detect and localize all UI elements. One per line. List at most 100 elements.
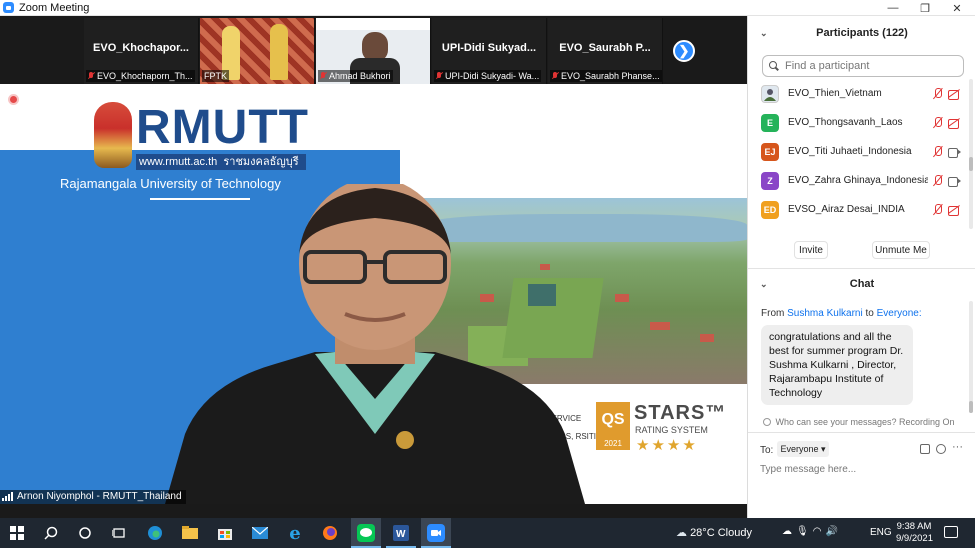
chat-message-input[interactable]: Type message here... (760, 464, 856, 475)
file-explorer-icon[interactable] (180, 523, 200, 543)
weather-widget[interactable]: ☁ 28°C Cloudy (676, 526, 752, 539)
zoom-app-icon (3, 2, 14, 13)
mic-muted-icon (88, 72, 94, 80)
cloud-sync-icon[interactable]: ☁ (782, 526, 796, 537)
participant-search-input[interactable]: Find a participant (762, 55, 964, 77)
thumbnail-label: Ahmad Bukhori (318, 70, 393, 82)
unmute-me-button[interactable]: Unmute Me (872, 241, 930, 259)
minimize-button[interactable]: — (877, 0, 909, 16)
video-thumbnail[interactable]: Ahmad Bukhori (316, 18, 431, 84)
clock[interactable]: 9:38 AM 9/9/2021 (896, 521, 933, 545)
sender-link[interactable]: Sushma Kulkarni (787, 308, 863, 319)
store-icon[interactable] (215, 523, 235, 543)
mail-icon[interactable] (250, 523, 270, 543)
rmutt-crest-icon (94, 102, 132, 168)
thumbnail-name: EVO_Saurabh P... (559, 42, 651, 54)
participant-name: EVO_Thien_Vietnam (788, 88, 882, 99)
word-icon[interactable]: W (391, 523, 411, 543)
participant-row[interactable]: EJ EVO_Titi Juhaeti_Indonesia (748, 137, 966, 166)
clock-time: 9:38 AM (896, 521, 932, 532)
campus-building (650, 322, 670, 330)
who-can-see-link[interactable]: Who can see your messages? Recording On (748, 417, 970, 427)
recipient-link[interactable]: Everyone: (877, 308, 922, 319)
microphone-icon[interactable]: 🎙 (796, 526, 813, 537)
mic-muted-icon[interactable] (932, 174, 944, 187)
video-thumbnail[interactable]: EVO_Khochapor... EVO_Khochaporn_Th... (84, 18, 199, 84)
maximize-button[interactable]: ❐ (909, 0, 941, 16)
mic-muted-icon[interactable] (932, 116, 944, 129)
participant-row[interactable]: E EVO_Thongsavanh_Laos (748, 108, 966, 137)
qs-star-rating: ★★★★ (636, 437, 698, 454)
next-page-button[interactable]: ❯ (673, 40, 695, 62)
participant-name: EVO_Zahra Ghinaya_Indonesia (788, 175, 928, 186)
scrollbar-thumb[interactable] (969, 401, 973, 413)
signal-strength-icon (2, 492, 13, 501)
avatar: EJ (761, 142, 779, 161)
side-panel: ⌄ Participants (122) Find a participant … (747, 16, 975, 518)
camera-icon[interactable] (948, 175, 961, 187)
windows-start-icon[interactable] (7, 523, 27, 543)
chevron-down-icon[interactable]: ⌄ (760, 279, 768, 290)
chevron-down-icon[interactable]: ⌄ (760, 28, 768, 39)
avatar (761, 84, 779, 103)
edge-icon[interactable] (145, 523, 165, 543)
qs-rating-system: RATING SYSTEM (635, 425, 708, 435)
search-icon (769, 61, 779, 71)
qs-logo: QS (596, 402, 630, 438)
chat-header[interactable]: ⌄ Chat (748, 269, 975, 299)
dancer-figure (270, 24, 288, 80)
avatar: E (761, 113, 779, 132)
participant-row[interactable]: EVO_Thien_Vietnam (748, 79, 966, 108)
volume-icon[interactable]: 🔊 (825, 526, 841, 537)
mic-muted-icon[interactable] (932, 203, 944, 216)
input-language[interactable]: ENG (870, 527, 892, 538)
internet-explorer-icon[interactable]: e (285, 523, 305, 544)
mic-muted-icon (552, 72, 558, 80)
camera-off-icon[interactable] (948, 88, 960, 100)
cortana-icon[interactable] (75, 523, 95, 543)
zoom-taskbar-icon[interactable] (426, 523, 446, 543)
qs-stars-title: STARS™ (634, 402, 727, 424)
wifi-icon[interactable]: ◠ (813, 526, 826, 537)
notification-center-icon[interactable] (944, 526, 958, 538)
more-options-icon[interactable]: ··· (952, 441, 963, 453)
camera-off-icon[interactable] (948, 204, 960, 216)
divider (748, 432, 975, 433)
campus-building (615, 294, 629, 302)
thumbnail-label: FPTK (202, 70, 230, 82)
mic-muted-icon[interactable] (932, 145, 944, 158)
invite-button[interactable]: Invite (794, 241, 828, 259)
video-thumbnail[interactable]: EVO_Saurabh P... EVO_Saurabh Phanse... (548, 18, 663, 84)
window-title: Zoom Meeting (19, 1, 90, 14)
video-thumbnail[interactable]: FPTK (200, 18, 315, 84)
avatar: ED (761, 200, 779, 219)
firefox-icon[interactable] (320, 523, 340, 543)
video-thumbnail[interactable]: UPI-Didi Sukyad... UPI-Didi Sukyadi- Wa.… (432, 18, 547, 84)
rmutt-url: www.rmutt.ac.th ราชมงคลธัญบุรี (136, 154, 306, 170)
participant-row[interactable]: Z EVO_Zahra Ghinaya_Indonesia (748, 166, 966, 195)
close-button[interactable]: ✕ (941, 0, 973, 16)
chat-scrollbar[interactable] (969, 301, 973, 413)
system-tray[interactable]: ☁🎙◠🔊 (782, 526, 842, 537)
task-view-icon[interactable] (109, 523, 129, 543)
line-app-icon[interactable] (356, 523, 376, 543)
speaker-name-label: Arnon Niyomphol - RMUTT_Thailand (0, 490, 186, 504)
svg-text:W: W (396, 529, 406, 540)
rmutt-logo-text: RMUTT (136, 101, 309, 154)
participant-row[interactable]: ED EVSO_Airaz Desai_INDIA (748, 195, 966, 224)
participants-header[interactable]: ⌄ Participants (122) (748, 18, 975, 48)
participants-scrollbar[interactable] (969, 79, 973, 229)
emoji-icon[interactable] (936, 444, 946, 454)
camera-icon[interactable] (948, 146, 961, 158)
chat-sender-line: From Sushma Kulkarni to Everyone: (761, 308, 922, 319)
search-icon[interactable] (41, 523, 61, 543)
thumbnail-label: UPI-Didi Sukyadi- Wa... (434, 70, 542, 82)
mic-muted-icon[interactable] (932, 87, 944, 100)
recipient-dropdown[interactable]: Everyone ▾ (777, 441, 829, 457)
person-icon (763, 418, 772, 426)
file-icon[interactable] (920, 444, 930, 454)
qs-year: 2021 (596, 438, 630, 450)
scrollbar-thumb[interactable] (969, 157, 973, 171)
camera-off-icon[interactable] (948, 117, 960, 129)
participant-name: EVO_Thongsavanh_Laos (788, 117, 903, 128)
